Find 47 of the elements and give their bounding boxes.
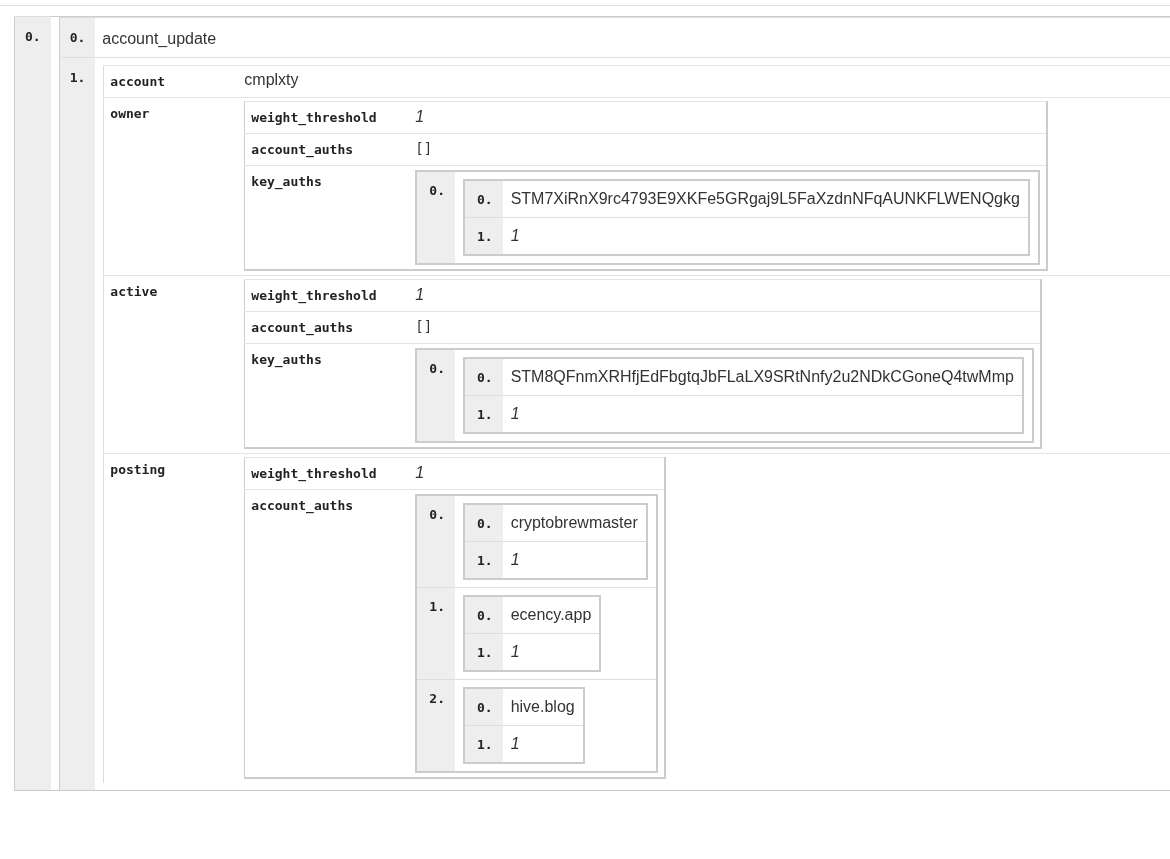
number-value: 1 <box>510 642 520 662</box>
number-value: 1 <box>415 285 425 305</box>
string-value: cmplxty <box>244 70 299 90</box>
string-value: account_update <box>102 29 217 49</box>
number-value: 1 <box>510 550 520 570</box>
empty-array-value: [] <box>415 139 433 158</box>
string-value: hive.blog <box>510 697 575 717</box>
key-label: weight_threshold <box>251 110 377 125</box>
key-label: owner <box>110 106 150 121</box>
index-label: 1. <box>69 70 86 85</box>
key-label: account_auths <box>251 142 354 157</box>
index-label: 1. <box>476 737 493 752</box>
number-value: 1 <box>510 404 520 424</box>
index-label: 0. <box>476 192 493 207</box>
key-label: weight_threshold <box>251 466 377 481</box>
key-label: key_auths <box>251 352 322 367</box>
key-label: posting <box>110 462 166 477</box>
string-value: cryptobrewmaster <box>510 513 638 533</box>
number-value: 1 <box>415 107 425 127</box>
string-value: STM7XiRnX9rc4793E9XKFe5GRgaj9L5FaXzdnNFqAUNKFLWENQgkg <box>510 189 1020 209</box>
string-value: STM8QFnmXRHfjEdFbgtqJbFLaLX9SRtNnfy2u2NDkCGoneQ4twMmp <box>510 367 1014 387</box>
number-value: 1 <box>510 226 520 246</box>
key-label: weight_threshold <box>251 288 377 303</box>
index-label: 0. <box>476 700 493 715</box>
index-label: 0. <box>69 30 86 45</box>
key-label: key_auths <box>251 174 322 189</box>
index-label: 0. <box>429 183 445 198</box>
empty-array-value: [] <box>415 317 433 336</box>
key-label: account_auths <box>251 498 354 513</box>
number-value: 1 <box>510 734 520 754</box>
index-label: 1. <box>476 407 493 422</box>
index-label: 1. <box>429 599 445 614</box>
index-label: 0. <box>25 29 41 44</box>
index-label: 0. <box>476 608 493 623</box>
index-label: 1. <box>476 229 493 244</box>
key-label: active <box>110 284 158 299</box>
index-label: 1. <box>476 553 493 568</box>
index-label: 0. <box>476 516 493 531</box>
key-label: account <box>110 74 166 89</box>
index-label: 2. <box>429 691 445 706</box>
index-label: 0. <box>476 370 493 385</box>
index-label: 1. <box>476 645 493 660</box>
index-label: 0. <box>429 361 445 376</box>
number-value: 1 <box>415 463 425 483</box>
key-label: account_auths <box>251 320 354 335</box>
index-label: 0. <box>429 507 445 522</box>
string-value: ecency.app <box>510 605 592 625</box>
